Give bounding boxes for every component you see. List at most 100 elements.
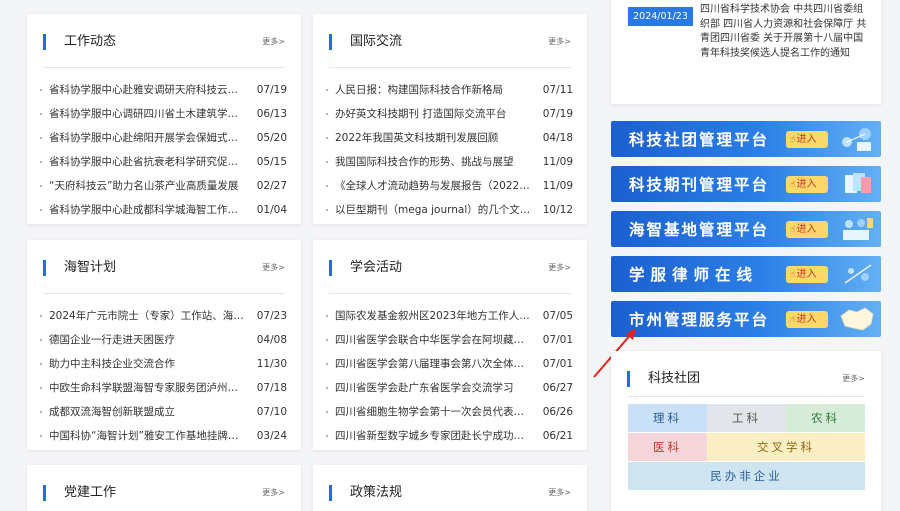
list-item[interactable]: 我国国际科技合作的形势、挑战与展望 11/09 (326, 152, 573, 176)
list-item[interactable]: 2024年广元市院士（专家）工作站、海… 07/23 (40, 306, 287, 330)
news-title[interactable]: 我国国际科技合作的形势、挑战与展望 (335, 152, 531, 172)
news-title[interactable]: 以巨型期刊（mega journal）的几个文… (335, 200, 531, 220)
list-item[interactable]: 助力中主科技企业交流合作 11/30 (40, 354, 287, 378)
news-title[interactable]: 省科协学服中心赴雅安调研天府科技云… (49, 80, 245, 100)
tag-like[interactable]: 理科 (628, 404, 707, 432)
list-item[interactable]: 四川省医学会第八届理事会第八次全体… 07/01 (326, 354, 573, 378)
list-item[interactable]: 中欧生命科学联盟海智专家服务团泸州… 07/18 (40, 378, 287, 402)
list-item[interactable]: 四川省细胞生物学会第十一次会员代表… 06/26 (326, 402, 573, 426)
bullet-icon (326, 209, 328, 211)
map-illustration-icon (840, 307, 874, 331)
list-item[interactable]: 四川省医学会赴广东省医学会交流学习 06/27 (326, 378, 573, 402)
news-list: 人民日报：构建国际科技合作新格局 07/11 办好英文科技期刊 打造国际交流平台 0… (326, 80, 573, 224)
bullet-icon (40, 89, 42, 91)
list-item[interactable]: 以巨型期刊（mega journal）的几个文… 10/12 (326, 200, 573, 224)
notice-date-badge: 2024/01/23 (628, 7, 693, 26)
news-title[interactable]: 省科协学服中心赴成都科学城海智工作… (49, 200, 245, 220)
bullet-icon (326, 161, 328, 163)
more-link[interactable]: 更多> (262, 487, 285, 498)
news-title[interactable]: 2024年广元市院士（专家）工作站、海… (49, 306, 245, 326)
notice-title[interactable]: 四川省科学技术协会 中共四川省委组织部 四川省人力资源和社会保障厅 共青团四川省… (700, 3, 870, 61)
list-item[interactable]: 省科协学服中心赴雅安调研天府科技云… 07/19 (40, 80, 287, 104)
tag-nongke[interactable]: 农科 (786, 404, 865, 432)
more-link[interactable]: 更多> (548, 36, 571, 47)
news-title[interactable]: 《全球人才流动趋势与发展报告（2022… (335, 176, 531, 196)
tag-gongke[interactable]: 工科 (707, 404, 786, 432)
tag-minban[interactable]: 民办非企业 (628, 462, 865, 490)
list-item[interactable]: 四川省医学会联合中华医学会在阿坝藏… 07/01 (326, 330, 573, 354)
hand-pointer-icon: ☝ (790, 180, 796, 190)
bullet-icon (326, 113, 328, 115)
platform-banner-lawyer[interactable]: 学服律师在线 ☝进入 (611, 256, 881, 292)
news-title[interactable]: 德国企业一行走进天困医疗 (49, 330, 245, 350)
bullet-icon (40, 339, 42, 341)
news-date: 02/27 (256, 180, 287, 192)
bullet-icon (40, 411, 42, 413)
journal-illustration-icon (845, 173, 871, 193)
news-date: 04/08 (256, 334, 287, 346)
more-link[interactable]: 更多> (262, 262, 285, 273)
bullet-icon (326, 339, 328, 341)
list-item[interactable]: 办好英文科技期刊 打造国际交流平台 07/19 (326, 104, 573, 128)
list-item[interactable]: 《全球人才流动趋势与发展报告（2022… 11/09 (326, 176, 573, 200)
news-title[interactable]: 省科协学服中心赴省抗衰老科学研究促… (49, 152, 245, 172)
banner-label: 海智基地管理平台 (629, 221, 770, 239)
platform-banner-shizhou[interactable]: 市州管理服务平台 ☝进入 (611, 301, 881, 337)
news-title[interactable]: 省科协学服中心赴绵阳开展学会保姆式… (49, 128, 245, 148)
news-date: 06/13 (256, 108, 287, 120)
hand-pointer-icon: ☝ (790, 270, 796, 280)
list-item[interactable]: 2022年我国英文科技期刊发展回顾 04/18 (326, 128, 573, 152)
panel-header: 工作动态 更多> (43, 32, 285, 68)
news-title[interactable]: 四川省医学会第八届理事会第八次全体… (335, 354, 531, 374)
more-link[interactable]: 更多> (262, 36, 285, 47)
news-date: 07/01 (542, 358, 573, 370)
news-title[interactable]: 中欧生命科学联盟海智专家服务团泸州… (49, 378, 245, 398)
more-link[interactable]: 更多> (548, 262, 571, 273)
panel-title: 国际交流 (350, 34, 403, 49)
platform-banner-qikan[interactable]: 科技期刊管理平台 ☝进入 (611, 166, 881, 202)
list-item[interactable]: 省科协学服中心赴成都科学城海智工作… 01/04 (40, 200, 287, 224)
news-title[interactable]: 四川省医学会联合中华医学会在阿坝藏… (335, 330, 531, 350)
enter-button[interactable]: ☝进入 (786, 221, 828, 238)
news-date: 07/01 (542, 334, 573, 346)
list-item[interactable]: 德国企业一行走进天困医疗 04/08 (40, 330, 287, 354)
list-item[interactable]: 四川省新型数字城乡专家团赴长宁成功… 06/21 (326, 426, 573, 450)
platform-banner-haizhi[interactable]: 海智基地管理平台 ☝进入 (611, 211, 881, 247)
enter-button[interactable]: ☝进入 (786, 176, 828, 193)
news-date: 01/04 (256, 204, 287, 216)
news-title[interactable]: 助力中主科技企业交流合作 (49, 354, 245, 374)
list-item[interactable]: 省科协学服中心赴省抗衰老科学研究促… 05/15 (40, 152, 287, 176)
news-title[interactable]: 四川省细胞生物学会第十一次会员代表… (335, 402, 531, 422)
panel-work-news: 工作动态 更多> 省科协学服中心赴雅安调研天府科技云… 07/19 省科协学服中心… (27, 14, 301, 224)
news-date: 06/27 (542, 382, 573, 394)
more-link[interactable]: 更多> (548, 487, 571, 498)
news-title[interactable]: 省科协学服中心调研四川省土木建筑学… (49, 104, 245, 124)
news-title[interactable]: 成都双流海智创新联盟成立 (49, 402, 245, 422)
enter-button[interactable]: ☝进入 (786, 131, 828, 148)
more-link[interactable]: 更多> (842, 373, 865, 384)
news-title[interactable]: 人民日报：构建国际科技合作新格局 (335, 80, 531, 100)
list-item[interactable]: 省科协学服中心调研四川省土木建筑学… 06/13 (40, 104, 287, 128)
header-accent-bar (627, 371, 630, 387)
news-title[interactable]: 四川省医学会赴广东省医学会交流学习 (335, 378, 531, 398)
tag-yike[interactable]: 医科 (628, 433, 707, 461)
list-item[interactable]: 省科协学服中心赴绵阳开展学会保姆式… 05/20 (40, 128, 287, 152)
news-title[interactable]: 四川省新型数字城乡专家团赴长宁成功… (335, 426, 531, 446)
list-item[interactable]: 国际农发基金叙州区2023年地方工作人… 07/05 (326, 306, 573, 330)
platform-banner-shetuan[interactable]: 科技社团管理平台 ☝进入 (611, 121, 881, 157)
enter-button[interactable]: ☝进入 (786, 266, 828, 283)
news-date: 11/30 (256, 358, 287, 370)
list-item[interactable]: 成都双流海智创新联盟成立 07/10 (40, 402, 287, 426)
news-title[interactable]: “天府科技云”助力名山茶产业高质量发展 (49, 176, 245, 196)
bullet-icon (326, 363, 328, 365)
enter-button[interactable]: ☝进入 (786, 311, 828, 328)
list-item[interactable]: 人民日报：构建国际科技合作新格局 07/11 (326, 80, 573, 104)
list-item[interactable]: 中国科协“海智计划”雅安工作基地挂牌… 03/24 (40, 426, 287, 450)
panel-title: 工作动态 (64, 34, 117, 49)
news-title[interactable]: 国际农发基金叙州区2023年地方工作人… (335, 306, 531, 326)
news-title[interactable]: 2022年我国英文科技期刊发展回顾 (335, 128, 531, 148)
news-title[interactable]: 中国科协“海智计划”雅安工作基地挂牌… (49, 426, 245, 446)
news-title[interactable]: 办好英文科技期刊 打造国际交流平台 (335, 104, 531, 124)
tag-jiaocha[interactable]: 交叉学科 (707, 433, 865, 461)
list-item[interactable]: “天府科技云”助力名山茶产业高质量发展 02/27 (40, 176, 287, 200)
